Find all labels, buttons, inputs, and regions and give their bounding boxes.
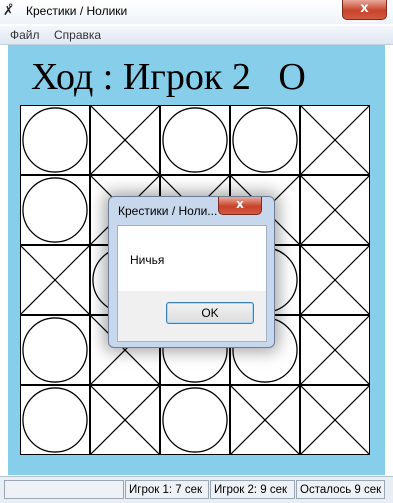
dialog-footer: OK — [117, 291, 267, 342]
status-player2-time: Игрок 2: 9 сек — [210, 480, 295, 499]
circle-mark-icon — [232, 107, 298, 173]
circle-mark-icon — [22, 107, 88, 173]
circle-mark-icon — [22, 317, 88, 383]
dialog-overlay: Крестики / Ноли... x Ничья OK — [108, 196, 275, 348]
board-cell[interactable] — [160, 105, 230, 175]
circle-mark-icon — [162, 107, 228, 173]
dialog-title: Крестики / Ноли... — [118, 204, 218, 218]
menu-help[interactable]: Справка — [54, 28, 101, 42]
cross-mark-icon — [231, 386, 299, 454]
turn-indicator: Ход : Игрок 2 O — [31, 55, 306, 99]
title-bar: ✗̊ Крестики / Нолики x — [0, 0, 393, 24]
status-bar: Игрок 1: 7 сек Игрок 2: 9 сек Осталось 9… — [0, 476, 393, 503]
board-cell[interactable] — [20, 245, 90, 315]
board-cell[interactable] — [20, 175, 90, 245]
board-cell[interactable] — [90, 385, 160, 455]
close-icon: x — [360, 1, 369, 16]
close-icon: x — [236, 197, 244, 211]
circle-mark-icon — [22, 387, 88, 453]
dialog-message: Ничья — [130, 253, 165, 267]
cross-mark-icon — [301, 386, 369, 454]
board-cell[interactable] — [300, 385, 370, 455]
board-cell[interactable] — [160, 385, 230, 455]
window-close-button[interactable]: x — [342, 0, 387, 20]
cross-mark-icon — [301, 176, 369, 244]
cross-mark-icon — [91, 386, 159, 454]
cross-mark-icon — [21, 246, 89, 314]
turn-prefix: Ход : — [31, 56, 114, 98]
board-cell[interactable] — [300, 105, 370, 175]
board-cell[interactable] — [20, 105, 90, 175]
board-cell[interactable] — [230, 385, 300, 455]
current-player: Игрок 2 — [122, 56, 251, 98]
cross-mark-icon — [301, 106, 369, 174]
status-remaining-time: Осталось 9 сек — [296, 480, 385, 499]
board-cell[interactable] — [90, 105, 160, 175]
board-cell[interactable] — [20, 315, 90, 385]
board-cell[interactable] — [300, 245, 370, 315]
cross-mark-icon — [301, 316, 369, 384]
cross-mark-icon — [301, 246, 369, 314]
ok-button[interactable]: OK — [166, 302, 254, 324]
board-cell[interactable] — [20, 385, 90, 455]
current-player-symbol: O — [278, 56, 306, 98]
status-pane-empty — [4, 480, 124, 499]
window-title: Крестики / Нолики — [26, 4, 128, 18]
menu-bar: Файл Справка — [0, 26, 393, 45]
board-cell[interactable] — [300, 315, 370, 385]
app-icon: ✗̊ — [3, 4, 14, 19]
dialog-close-button[interactable]: x — [218, 197, 262, 215]
dialog-body: Ничья — [117, 225, 267, 292]
board-cell[interactable] — [300, 175, 370, 245]
menu-file[interactable]: Файл — [10, 28, 40, 42]
status-player1-time: Игрок 1: 7 сек — [125, 480, 209, 499]
result-dialog: Крестики / Ноли... x Ничья OK — [108, 196, 275, 348]
board-cell[interactable] — [230, 105, 300, 175]
circle-mark-icon — [22, 177, 88, 243]
game-window: ✗̊ Крестики / Нолики x Файл Справка Ход … — [0, 0, 393, 503]
cross-mark-icon — [91, 106, 159, 174]
circle-mark-icon — [162, 387, 228, 453]
